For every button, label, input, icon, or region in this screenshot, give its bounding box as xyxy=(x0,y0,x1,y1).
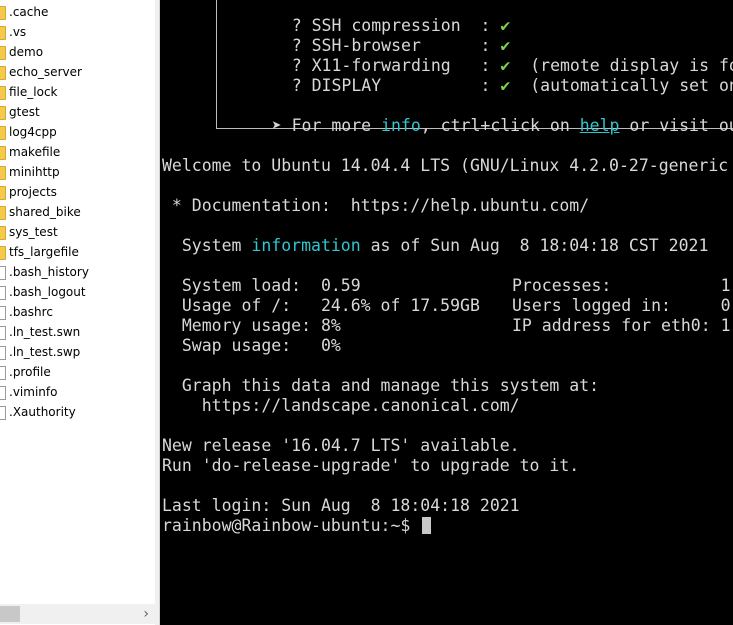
file-list-item[interactable]: minihttp xyxy=(0,162,155,182)
folder-icon xyxy=(0,146,6,160)
arrow-right-icon: ➤ xyxy=(271,116,282,135)
folder-icon xyxy=(0,106,6,120)
folder-icon xyxy=(0,66,6,80)
file-name: .bash_logout xyxy=(9,285,86,299)
folder-icon xyxy=(0,6,6,20)
file-list-item[interactable]: .viminfo xyxy=(0,382,155,402)
file-list-item[interactable]: tfs_largefile xyxy=(0,242,155,262)
file-name: .ln_test.swp xyxy=(9,345,81,359)
file-icon xyxy=(0,406,6,420)
file-list-item[interactable]: file_lock xyxy=(0,82,155,102)
file-name: .Xauthority xyxy=(9,405,76,419)
check-icon: ✔ xyxy=(500,76,511,95)
file-list-item[interactable]: .Xauthority xyxy=(0,402,155,422)
upgrade-hint-line: Run 'do-release-upgrade' to upgrade to i… xyxy=(162,456,580,475)
file-list-item[interactable]: .bash_history xyxy=(0,262,155,282)
file-list-item[interactable]: gtest xyxy=(0,102,155,122)
file-name: projects xyxy=(9,185,57,199)
terminal-window[interactable]: ? SSH compression : ✔ ? SSH-browser : ✔ … xyxy=(160,0,733,625)
file-list-item[interactable]: .bashrc xyxy=(0,302,155,322)
last-login-line: Last login: Sun Aug 8 18:04:18 2021 xyxy=(162,496,520,515)
banner-feature-row: ? SSH-browser : ✔ xyxy=(291,36,511,55)
file-icon xyxy=(0,326,6,340)
folder-icon xyxy=(0,86,6,100)
file-name: makefile xyxy=(9,145,61,159)
file-browser-pane: .cache .vs demo echo_server file_lockgtest lo… xyxy=(0,0,155,625)
stat-users-logged-in: Users logged in: 0 xyxy=(512,296,731,315)
folder-icon xyxy=(0,166,6,180)
file-list-item[interactable]: demo xyxy=(0,42,155,62)
stat-processes: Processes: 1 xyxy=(512,276,731,295)
file-name: .ln_test.swn xyxy=(9,325,81,339)
file-name: file_lock xyxy=(9,85,58,99)
file-name: tfs_largefile xyxy=(9,245,79,259)
stat-system-load: System load: 0.59 xyxy=(162,276,361,295)
file-icon xyxy=(0,346,6,360)
terminal-cursor xyxy=(422,517,432,534)
help-link[interactable]: help xyxy=(580,116,620,135)
file-name: log4cpp xyxy=(9,125,57,139)
file-name: echo_server xyxy=(9,65,82,79)
folder-icon xyxy=(0,186,6,200)
horizontal-scrollbar[interactable]: › xyxy=(0,604,155,624)
file-list-item[interactable]: projects xyxy=(0,182,155,202)
file-list-item[interactable]: shared_bike xyxy=(0,202,155,222)
banner-feature-row: ? X11-forwarding : ✔ (remote display is … xyxy=(291,56,733,75)
folder-icon xyxy=(0,226,6,240)
banner-more-info: ➤ For more info, ctrl+click on help or v… xyxy=(271,116,733,135)
file-list-item[interactable]: .bash_logout xyxy=(0,282,155,302)
file-name: gtest xyxy=(9,105,40,119)
folder-icon xyxy=(0,206,6,220)
file-name: .viminfo xyxy=(9,385,58,399)
file-list-item[interactable]: .ln_test.swn xyxy=(0,322,155,342)
chevron-right-icon[interactable]: › xyxy=(143,605,149,623)
file-name: shared_bike xyxy=(9,205,81,219)
file-icon xyxy=(0,286,6,300)
stat-swap-usage: Swap usage: 0% xyxy=(162,336,341,355)
file-icon xyxy=(0,366,6,380)
stat-disk-usage: Usage of /: 24.6% of 17.59GB xyxy=(162,296,480,315)
stat-memory-usage: Memory usage: 8% xyxy=(162,316,341,335)
system-info-header: System information as of Sun Aug 8 18:04… xyxy=(162,236,709,255)
landscape-url-line: https://landscape.canonical.com/ xyxy=(162,396,520,415)
file-list-item[interactable]: .ln_test.swp xyxy=(0,342,155,362)
banner-feature-row: ? SSH compression : ✔ xyxy=(291,16,511,35)
file-list-item[interactable]: .cache xyxy=(0,2,155,22)
file-name: minihttp xyxy=(9,165,60,179)
file-list-item[interactable]: .profile xyxy=(0,362,155,382)
file-name: .profile xyxy=(9,365,51,379)
scrollbar-thumb[interactable] xyxy=(0,606,20,622)
file-name: .cache xyxy=(9,5,49,19)
file-name: .bashrc xyxy=(9,305,53,319)
file-name: sys_test xyxy=(9,225,58,239)
file-list-item[interactable]: makefile xyxy=(0,142,155,162)
graph-info-line: Graph this data and manage this system a… xyxy=(162,376,600,395)
file-name: demo xyxy=(9,45,44,59)
file-list-item[interactable]: echo_server xyxy=(0,62,155,82)
file-name: .vs xyxy=(9,25,27,39)
file-list: .cache .vs demo echo_server file_lockgtest lo… xyxy=(0,2,155,422)
file-icon xyxy=(0,386,6,400)
file-list-item[interactable]: sys_test xyxy=(0,222,155,242)
welcome-line: Welcome to Ubuntu 14.04.4 LTS (GNU/Linux… xyxy=(162,156,729,175)
file-icon xyxy=(0,306,6,320)
shell-prompt-line[interactable]: rainbow@Rainbow-ubuntu:~$ xyxy=(162,516,432,536)
file-list-item[interactable]: .vs xyxy=(0,22,155,42)
folder-icon xyxy=(0,46,6,60)
folder-icon xyxy=(0,246,6,260)
stat-ip-address: IP address for eth0: 1 xyxy=(512,316,731,335)
banner-feature-row: ? DISPLAY : ✔ (automatically set on remo… xyxy=(291,76,733,95)
shell-prompt: rainbow@Rainbow-ubuntu:~$ xyxy=(162,516,421,535)
documentation-line: * Documentation: https://help.ubuntu.com… xyxy=(162,196,590,215)
folder-icon xyxy=(0,126,6,140)
file-icon xyxy=(0,266,6,280)
file-name: .bash_history xyxy=(9,265,89,279)
new-release-line: New release '16.04.7 LTS' available. xyxy=(162,436,520,455)
file-list-item[interactable]: log4cpp xyxy=(0,122,155,142)
folder-icon xyxy=(0,26,6,40)
